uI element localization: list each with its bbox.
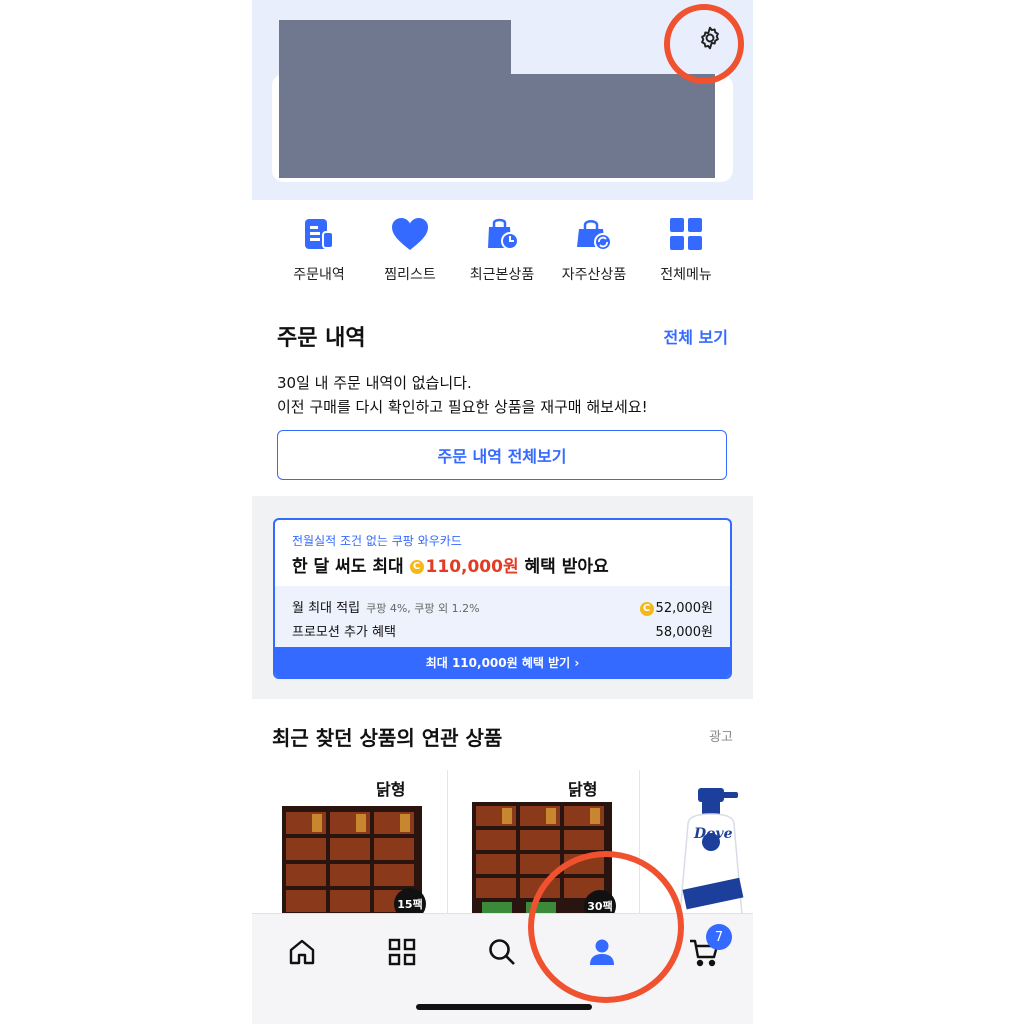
promo-row2-label: 프로모션 추가 혜택 xyxy=(292,625,396,640)
promo-row1-sub: 쿠팡 4%, 쿠팡 외 1.2% xyxy=(366,602,480,615)
orders-empty-message: 30일 내 주문 내역이 없습니다. xyxy=(277,374,472,392)
coin-icon: C xyxy=(639,601,654,616)
nav-search[interactable] xyxy=(482,932,522,972)
nav-home[interactable] xyxy=(282,932,322,972)
related-title: 최근 찾던 상품의 연관 상품 xyxy=(272,726,503,750)
quick-menu: 주문내역 찜리스트 최근본상품 자주산상품 전체메뉴 xyxy=(252,212,753,292)
home-indicator xyxy=(416,1004,592,1010)
quick-frequent-label: 자주산상품 xyxy=(561,267,627,283)
product-image xyxy=(679,788,744,915)
promo-benefit-rows: 월 최대 적립 쿠팡 4%, 쿠팡 외 1.2% C 52,000원 프로모션 추가… xyxy=(275,586,730,648)
nav-category[interactable] xyxy=(382,932,422,972)
quick-all-menu[interactable]: 전체메뉴 xyxy=(640,212,732,284)
home-icon xyxy=(289,939,315,965)
wow-card-promo[interactable]: 전월실적 조건 없는 쿠팡 와우카드 한 달 써도 최대 C 110,000원 혜… xyxy=(273,518,732,679)
ad-label: 광고 xyxy=(709,730,733,745)
profile-header xyxy=(252,0,753,200)
quick-recent-label: 최근본상품 xyxy=(469,267,535,283)
redacted-user-name xyxy=(279,20,511,80)
quick-orders-label: 주문내역 xyxy=(293,267,345,283)
product-card[interactable]: Dove xyxy=(640,770,753,915)
heart-icon xyxy=(392,218,428,250)
category-grid-icon xyxy=(388,938,416,966)
quick-orders[interactable]: 주문내역 xyxy=(273,212,365,284)
promo-cta-bar[interactable]: 최대 110,000원 혜택 받기 › xyxy=(275,647,730,677)
promo-eyebrow: 전월실적 조건 없는 쿠팡 와우카드 xyxy=(292,534,462,548)
quick-wishlist-label: 찜리스트 xyxy=(384,267,436,283)
orders-view-all-button[interactable]: 주문 내역 전체보기 xyxy=(277,430,727,480)
product-brand: 닭형 xyxy=(376,780,406,799)
promo-row-monthly: 월 최대 적립 쿠팡 4%, 쿠팡 외 1.2% C 52,000원 xyxy=(292,597,713,616)
orders-title: 주문 내역 xyxy=(277,326,366,351)
quantity-badge: 30팩 xyxy=(584,890,616,915)
gear-icon xyxy=(701,26,719,50)
receipt-icon xyxy=(305,219,334,249)
quick-all-menu-label: 전체메뉴 xyxy=(660,267,712,283)
promo-headline-amount: 110,000원 xyxy=(425,557,519,577)
redacted-user-info xyxy=(279,74,715,178)
promo-row1-value: 52,000원 xyxy=(655,601,713,616)
related-products: 닭형 15팩 닭형 30팩 Dove xyxy=(252,770,753,915)
product-brand: 닭형 xyxy=(568,780,598,799)
quantity-badge: 15팩 xyxy=(394,888,426,915)
quick-recent[interactable]: 최근본상품 xyxy=(456,212,548,284)
nav-my-page[interactable] xyxy=(582,932,622,972)
search-icon xyxy=(489,939,515,965)
product-brand: Dove xyxy=(694,826,733,842)
promo-row2-value: 58,000원 xyxy=(655,625,713,640)
product-card[interactable]: 닭형 30팩 xyxy=(448,770,639,915)
promo-headline-pre: 한 달 써도 최대 xyxy=(292,557,404,577)
orders-view-all-link[interactable]: 전체 보기 xyxy=(664,324,728,348)
quick-wishlist[interactable]: 찜리스트 xyxy=(364,212,456,284)
orders-empty-hint: 이전 구매를 다시 확인하고 필요한 상품을 재구매 해보세요! xyxy=(277,398,648,416)
promo-headline: 한 달 써도 최대 C 110,000원 혜택 받아요 xyxy=(292,552,609,577)
cart-count-badge: 7 xyxy=(706,924,732,950)
product-card[interactable]: 닭형 15팩 xyxy=(252,770,447,915)
shopping-bag-clock-icon xyxy=(488,218,519,250)
app-screen: 주문내역 찜리스트 최근본상품 자주산상품 전체메뉴 주문 내역 전체 보기 3… xyxy=(252,0,753,1024)
settings-button[interactable] xyxy=(695,23,725,53)
promo-row1-label: 월 최대 적립 xyxy=(292,601,361,616)
promo-headline-post: 혜택 받아요 xyxy=(524,557,609,577)
quick-frequent[interactable]: 자주산상품 xyxy=(548,212,640,284)
bag-refresh-icon xyxy=(577,220,612,251)
promo-row-extra: 프로모션 추가 혜택 58,000원 xyxy=(292,621,713,640)
my-page-person-icon xyxy=(590,939,614,965)
grid-icon xyxy=(670,218,702,250)
coin-icon: C xyxy=(409,560,424,574)
